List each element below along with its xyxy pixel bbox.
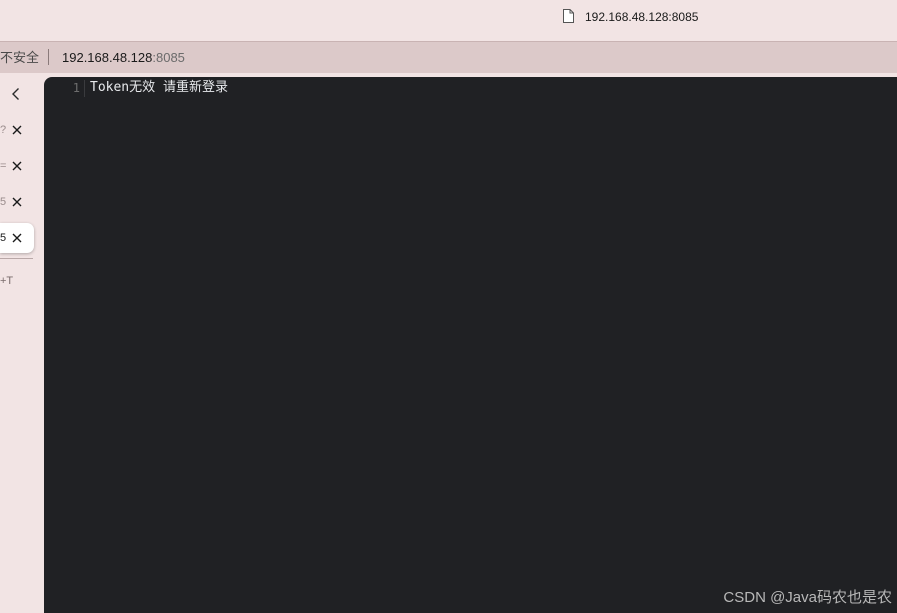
chevron-left-icon[interactable]: [9, 87, 23, 101]
security-indicator[interactable]: 不安全: [0, 50, 39, 65]
tab-item[interactable]: =: [0, 151, 34, 181]
watermark: CSDN @Java码农也是农: [723, 589, 892, 606]
tab-item[interactable]: ?: [0, 115, 34, 145]
close-icon[interactable]: [11, 124, 23, 136]
title-bar: 192.168.48.128:8085: [0, 0, 897, 41]
address-bar[interactable]: 不安全 192.168.48.128:8085: [0, 41, 897, 73]
tab-title: 5: [0, 196, 7, 208]
file-icon: [563, 9, 574, 23]
tab-item-active[interactable]: 5: [0, 223, 34, 253]
url-port: :8085: [152, 50, 185, 65]
response-text: Token无效 请重新登录: [90, 80, 228, 95]
close-icon[interactable]: [11, 160, 23, 172]
line-number: 1: [72, 81, 80, 95]
tab-item[interactable]: 5: [0, 187, 34, 217]
new-tab-shortcut[interactable]: +T: [0, 274, 13, 288]
url-field[interactable]: 192.168.48.128:8085: [62, 50, 185, 65]
address-divider: [48, 49, 49, 65]
sidebar-divider: [0, 258, 33, 259]
tab-title: 5: [0, 232, 7, 244]
tab-title: =: [0, 160, 7, 172]
close-icon[interactable]: [11, 232, 23, 244]
gutter-border: [84, 80, 85, 97]
window-title: 192.168.48.128:8085: [585, 10, 699, 24]
line-gutter: 1: [44, 77, 84, 613]
close-icon[interactable]: [11, 196, 23, 208]
page-content: 1 Token无效 请重新登录 CSDN @Java码农也是农: [44, 77, 897, 613]
vertical-tabs-sidebar: ? = 5 5 +T: [0, 73, 44, 613]
url-host: 192.168.48.128: [62, 50, 153, 65]
tab-title: ?: [0, 124, 7, 136]
